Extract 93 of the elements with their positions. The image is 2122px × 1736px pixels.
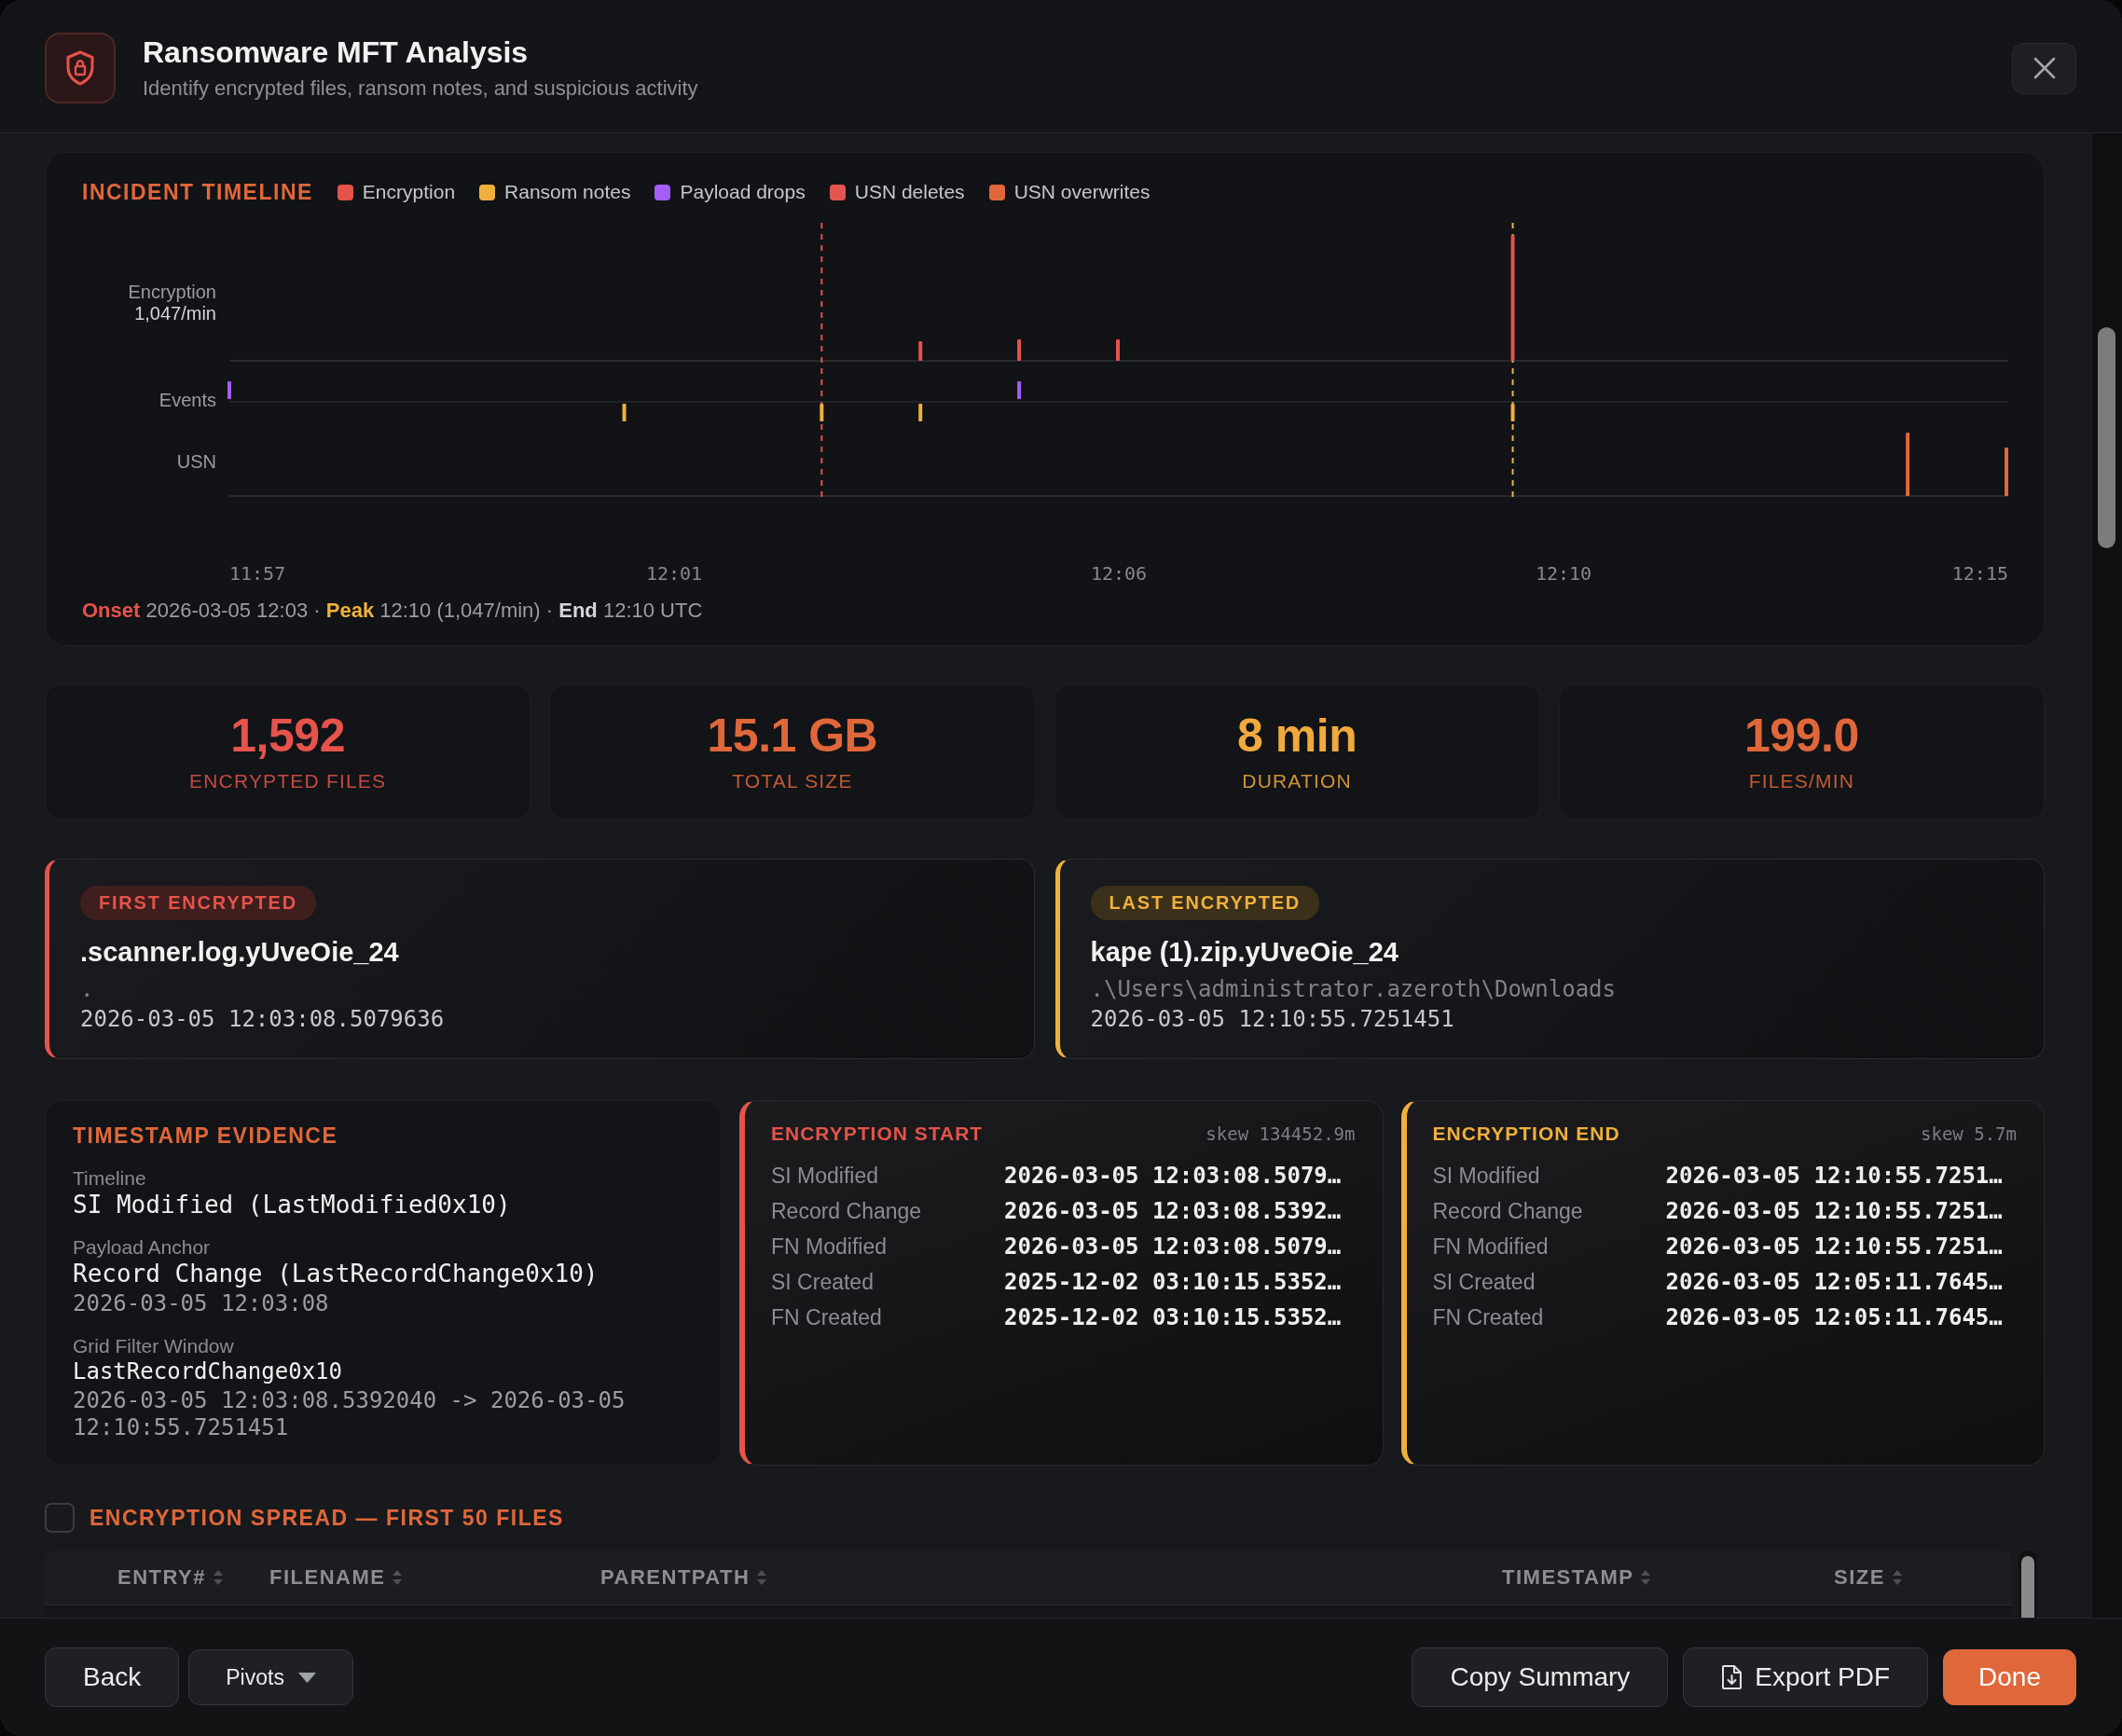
field-value: SI Modified (LastModified0x10): [73, 1191, 511, 1219]
export-button[interactable]: Export PDF: [1683, 1647, 1929, 1707]
scrollbar-thumb[interactable]: [2021, 1556, 2034, 1618]
sort-icon: [214, 1570, 223, 1585]
file-timestamp: 2026-03-05 12:10:55.7251451: [1090, 1006, 1454, 1032]
row-label: FN Created: [1432, 1304, 1544, 1331]
field-detail: 2026-03-05 12:03:08: [73, 1290, 329, 1317]
row-value: 2026-03-05 12:10:55.7251…: [1665, 1197, 2003, 1226]
row-value: 2026-03-05 12:10:55.7251…: [1665, 1162, 2003, 1191]
file-name: .scanner.log.yUveOie_24: [80, 936, 399, 968]
lane-reading: 1,047/min: [134, 303, 216, 324]
sort-icon: [1892, 1570, 1902, 1585]
field-label: Grid Filter Window: [73, 1334, 234, 1358]
row-value: 2025-12-02 03:10:15.5352…: [1004, 1268, 1342, 1297]
card-title: TIMESTAMP EVIDENCE: [73, 1123, 338, 1150]
column-header[interactable]: PARENTPATH: [600, 1565, 767, 1590]
field-label: Timeline: [73, 1166, 146, 1191]
legend-label: Payload drops: [680, 180, 806, 204]
stat-label: FILES/MIN: [1748, 769, 1855, 793]
row-value: 2026-03-05 12:03:08.5392…: [1004, 1197, 1342, 1226]
lane-label: USN: [176, 451, 216, 472]
card-title: ENCRYPTION END: [1432, 1122, 1620, 1146]
time-tick-label: 12:15: [1951, 562, 2008, 585]
legend-label: Encryption: [362, 180, 456, 204]
caret-icon: [297, 1672, 316, 1683]
section-title: INCIDENT TIMELINE: [82, 179, 313, 206]
legend-label: USN overwrites: [1013, 180, 1151, 204]
row-value: 2026-03-05 12:05:11.7645…: [1665, 1268, 2003, 1297]
stat-label: TOTAL SIZE: [732, 769, 853, 793]
stat-value: 15.1 GB: [707, 710, 878, 762]
file-download-icon: [1721, 1665, 1743, 1689]
file-name: kape (1).zip.yUveOie_24: [1090, 936, 1399, 968]
done-button[interactable]: Done: [1943, 1649, 2076, 1705]
card-title: ENCRYPTION START: [771, 1122, 984, 1146]
row-label: SI Created: [1432, 1269, 1536, 1296]
shield-lock-icon: [45, 33, 116, 103]
row-value: 2026-03-05 12:05:11.7645…: [1665, 1303, 2003, 1332]
stat-value: 1,592: [230, 710, 345, 762]
back-button[interactable]: Back: [45, 1647, 180, 1707]
lane-label: Events: [158, 390, 216, 410]
close-button[interactable]: [2012, 42, 2076, 94]
dropdown-button[interactable]: Pivots: [188, 1649, 353, 1705]
legend-label: USN deletes: [854, 180, 965, 204]
sort-icon: [393, 1570, 403, 1585]
row-label: Record Change: [771, 1198, 922, 1225]
field-value: Record Change (LastRecordChange0x10): [73, 1260, 599, 1288]
legend-label: Ransom notes: [504, 180, 631, 204]
encrypted-badge: LAST ENCRYPTED: [1090, 886, 1320, 920]
scrollbar-thumb[interactable]: [2098, 327, 2115, 548]
time-tick-label: 11:57: [229, 562, 286, 585]
row-label: FN Created: [771, 1304, 882, 1331]
row-label: SI Modified: [771, 1163, 879, 1190]
column-header[interactable]: SIZE: [1834, 1565, 1902, 1590]
file-path: .\Users\administrator.azeroth\Downloads: [1090, 976, 1617, 1002]
copy-button[interactable]: Copy Summary: [1412, 1647, 1669, 1707]
skew-value: skew 134452.9m: [1206, 1123, 1356, 1146]
file-timestamp: 2026-03-05 12:03:08.5079636: [80, 1006, 445, 1032]
row-label: FN Modified: [1432, 1233, 1549, 1261]
close-icon: [2032, 56, 2057, 80]
field-detail: 2026-03-05 12:03:08.5392040 -> 2026-03-05 12:10:55.7251451: [73, 1387, 627, 1441]
row-value: 2026-03-05 12:03:08.5079…: [1004, 1233, 1342, 1261]
row-value: 2025-12-02 03:10:15.5352…: [1004, 1303, 1342, 1332]
dialog-title: Ransomware MFT Analysis: [143, 34, 529, 70]
skew-value: skew 5.7m: [1921, 1123, 2017, 1146]
field-label: Payload Anchor: [73, 1235, 211, 1260]
row-label: Record Change: [1432, 1198, 1583, 1225]
dialog-subtitle: Identify encrypted files, ransom notes, and suspicious activity: [143, 76, 698, 102]
sort-icon: [757, 1570, 767, 1585]
row-label: SI Modified: [1432, 1163, 1540, 1190]
section-title: ENCRYPTION SPREAD — FIRST 50 FILES: [90, 1505, 564, 1532]
column-header[interactable]: ENTRY#: [117, 1565, 223, 1590]
lane-label: Encryption: [128, 282, 216, 302]
stat-label: DURATION: [1242, 769, 1352, 793]
row-value: 2026-03-05 12:10:55.7251…: [1665, 1233, 2003, 1261]
timeline-summary: Onset 2026-03-05 12:03 · Peak 12:10 (1,047/min) · End 12:10 UTC: [82, 598, 703, 624]
stat-value: 8 min: [1237, 710, 1357, 762]
row-label: SI Created: [771, 1269, 874, 1296]
scrollbar-track[interactable]: [2091, 133, 2122, 1618]
row-label: FN Modified: [771, 1233, 887, 1261]
time-tick-label: 12:01: [645, 562, 703, 585]
scrollbar-track[interactable]: [2019, 1550, 2037, 1618]
time-tick-label: 12:10: [1535, 562, 1592, 585]
column-header[interactable]: FILENAME: [269, 1565, 403, 1590]
encrypted-badge: FIRST ENCRYPTED: [80, 886, 316, 920]
section-checkbox[interactable]: [45, 1503, 75, 1533]
stat-value: 199.0: [1744, 710, 1859, 762]
column-header[interactable]: TIMESTAMP: [1502, 1565, 1651, 1590]
row-value: 2026-03-05 12:03:08.5079…: [1004, 1162, 1342, 1191]
time-tick-label: 12:06: [1090, 562, 1148, 585]
field-value: LastRecordChange0x10: [73, 1358, 342, 1385]
sort-icon: [1641, 1570, 1651, 1585]
stat-label: ENCRYPTED FILES: [188, 769, 387, 793]
file-path: .: [80, 976, 94, 1002]
